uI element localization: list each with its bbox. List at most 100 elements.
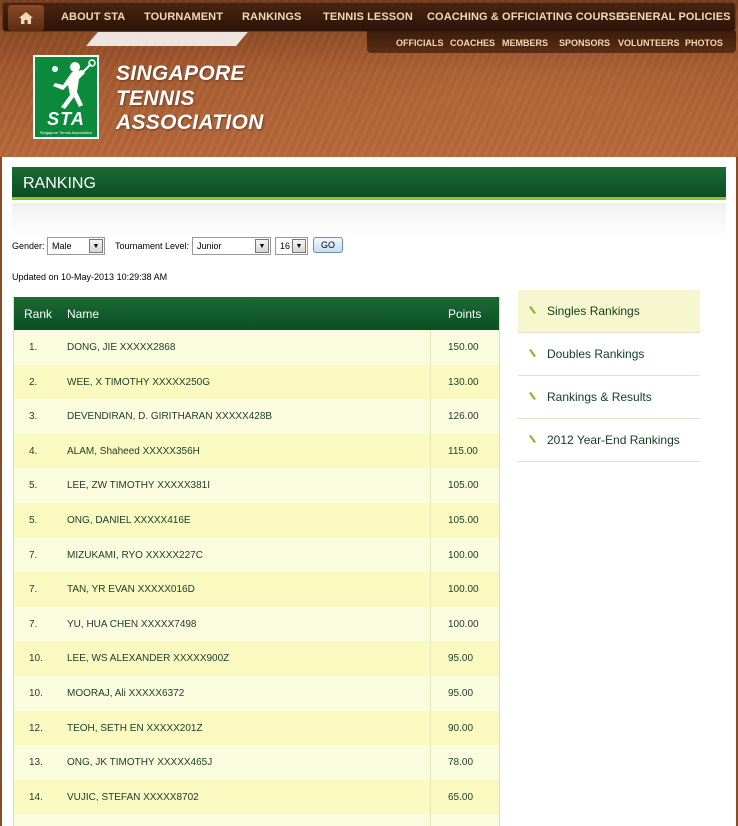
cell-rank: 4. bbox=[29, 445, 38, 457]
cell-points: 100.00 bbox=[448, 584, 479, 596]
column-header-points: Points bbox=[448, 307, 482, 321]
cell-rank: 5. bbox=[29, 480, 38, 492]
tournament-level-label: Tournament Level: bbox=[115, 241, 190, 251]
cell-name: TEOH, SETH EN XXXXX201Z bbox=[67, 722, 203, 734]
cell-points: 78.00 bbox=[448, 757, 474, 769]
nav-tournament[interactable]: TOURNAMENT bbox=[144, 11, 223, 23]
cell-points: 65.00 bbox=[448, 791, 474, 803]
subnav-sponsors[interactable]: SPONSORS bbox=[559, 38, 610, 48]
table-row: 5. ONG, DANIEL XXXXX416E 105.00 bbox=[14, 503, 499, 538]
cell-points: 95.00 bbox=[448, 688, 474, 699]
tennis-player-icon bbox=[52, 59, 96, 109]
cell-name: VUJIC, STEFAN XXXXX8702 bbox=[67, 791, 199, 803]
cell-rank: 14. bbox=[29, 791, 43, 803]
sta-logo[interactable]: STA Singapore Tennis Association bbox=[33, 55, 99, 139]
nav-general-policies[interactable]: GENERAL POLICIES bbox=[621, 11, 731, 23]
table-row: 3. DEVENDIRAN, D. GIRITHARAN XXXXX428B 126… bbox=[14, 399, 499, 434]
cell-points: 100.00 bbox=[448, 618, 479, 630]
cell-points: 150.00 bbox=[448, 342, 479, 353]
table-row: 10. MOORAJ, Ali XXXXX6372 95.00 bbox=[14, 676, 499, 711]
cell-points: 90.00 bbox=[448, 722, 474, 734]
table-row: 4. ALAM, Shaheed XXXXX356H 115.00 bbox=[14, 433, 499, 469]
subnav-officials[interactable]: OFFICIALS bbox=[396, 38, 444, 48]
cell-rank: 10. bbox=[29, 688, 43, 699]
cell-points: 100.00 bbox=[448, 549, 479, 561]
dropdown-arrow-icon: ▼ bbox=[292, 239, 306, 253]
home-icon bbox=[19, 12, 33, 24]
table-row: 1. DONG, JIE XXXXX2868 150.00 bbox=[14, 330, 499, 365]
cell-points: 130.00 bbox=[448, 376, 479, 388]
side-menu-item[interactable]: 2012 Year-End Rankings bbox=[518, 419, 700, 462]
column-divider bbox=[430, 330, 431, 826]
tournament-level-select[interactable]: Junior ▼ bbox=[192, 237, 271, 255]
nav-tennis-lesson[interactable]: TENNIS LESSON bbox=[323, 11, 413, 23]
side-menu-item[interactable]: Rankings & Results bbox=[518, 376, 700, 419]
brand-line-1: SINGAPORE bbox=[116, 62, 245, 85]
cell-rank: 1. bbox=[29, 342, 38, 353]
cell-name: LEE, WS ALEXANDER XXXXX900Z bbox=[67, 653, 230, 665]
column-header-name: Name bbox=[67, 307, 100, 321]
age-group-value: 16 bbox=[280, 241, 291, 251]
subnav-members[interactable]: MEMBERS bbox=[502, 38, 548, 48]
side-menu-label: 2012 Year-End Rankings bbox=[547, 433, 680, 447]
gender-value: Male bbox=[52, 241, 72, 251]
tick-icon bbox=[529, 392, 536, 400]
cell-points: 95.00 bbox=[448, 653, 474, 665]
dropdown-arrow-icon: ▼ bbox=[89, 239, 103, 253]
table-row: 13. ONG, JK TIMOTHY XXXXX465J 78.00 bbox=[14, 745, 499, 780]
top-navigation: ABOUT STA TOURNAMENT RANKINGS TENNIS LES… bbox=[2, 2, 736, 32]
cell-name: TAN, YR EVAN XXXXX016D bbox=[67, 584, 195, 596]
home-button[interactable] bbox=[8, 5, 44, 31]
subnav-coaches[interactable]: COACHES bbox=[450, 38, 495, 48]
cell-rank: 2. bbox=[29, 376, 38, 388]
nav-about-sta[interactable]: ABOUT STA bbox=[61, 11, 125, 23]
go-button[interactable]: GO bbox=[313, 237, 343, 253]
cell-name: MOORAJ, Ali XXXXX6372 bbox=[67, 688, 185, 699]
cell-name: ALAM, Shaheed XXXXX356H bbox=[67, 445, 200, 457]
cell-name: ONG, DANIEL XXXXX416E bbox=[67, 515, 191, 526]
subnav-volunteers[interactable]: VOLUNTEERS bbox=[618, 38, 680, 48]
table-row: 7. YU, HUA CHEN XXXXX7498 100.00 bbox=[14, 606, 499, 642]
cell-rank: 12. bbox=[29, 722, 43, 734]
cell-rank: 3. bbox=[29, 411, 38, 423]
tick-icon bbox=[529, 349, 536, 357]
nav-rankings[interactable]: RANKINGS bbox=[242, 11, 301, 23]
site-header: ABOUT STA TOURNAMENT RANKINGS TENNIS LES… bbox=[0, 0, 738, 157]
cell-rank: 7. bbox=[29, 584, 38, 596]
ranking-side-menu: Singles Rankings Doubles Rankings Rankings… bbox=[518, 290, 700, 462]
cell-name: ONG, JK TIMOTHY XXXXX465J bbox=[67, 757, 213, 769]
brand-line-3: ASSOCIATION bbox=[116, 111, 264, 134]
logo-subtext: Singapore Tennis Association bbox=[39, 130, 93, 135]
column-header-rank: Rank bbox=[24, 307, 53, 321]
age-group-select[interactable]: 16 ▼ bbox=[275, 237, 308, 255]
table-row: 5. LEE, ZW TIMOTHY XXXXX381I 105.00 bbox=[14, 468, 499, 503]
brand-line-2: TENNIS bbox=[116, 87, 195, 110]
logo-text: STA bbox=[47, 109, 85, 129]
cell-rank: 10. bbox=[29, 653, 43, 665]
cell-points: 105.00 bbox=[448, 480, 479, 492]
tournament-level-value: Junior bbox=[197, 241, 222, 251]
table-row: 2. WEE, X TIMOTHY XXXXX250G 130.00 bbox=[14, 364, 499, 400]
cell-name: WEE, X TIMOTHY XXXXX250G bbox=[67, 376, 211, 388]
table-row bbox=[14, 814, 499, 826]
cell-name: LEE, ZW TIMOTHY XXXXX381I bbox=[67, 480, 211, 492]
main-content: RANKING Gender: Male ▼ Tournament Level:… bbox=[2, 157, 736, 826]
page-title-bar: RANKING bbox=[12, 167, 726, 200]
table-row: 10. LEE, WS ALEXANDER XXXXX900Z 95.00 bbox=[14, 641, 499, 676]
cell-rank: 7. bbox=[29, 618, 38, 630]
cell-points: 126.00 bbox=[448, 411, 479, 423]
tick-icon bbox=[529, 306, 536, 314]
nav-coaching-officiating-course[interactable]: COACHING & OFFICIATING COURSE bbox=[427, 11, 623, 23]
table-row: 7. TAN, YR EVAN XXXXX016D 100.00 bbox=[14, 572, 499, 607]
cell-name: MIZUKAMI, RYO XXXXX227C bbox=[67, 549, 203, 561]
page-title: RANKING bbox=[23, 175, 96, 192]
updated-timestamp: Updated on 10-May-2013 10:29:38 AM bbox=[12, 272, 168, 282]
side-menu-label: Singles Rankings bbox=[547, 304, 640, 318]
subnav-photos[interactable]: PHOTOS bbox=[685, 38, 723, 48]
gender-select[interactable]: Male ▼ bbox=[47, 237, 105, 255]
table-row: 7. MIZUKAMI, RYO XXXXX227C 100.00 bbox=[14, 537, 499, 573]
side-menu-item[interactable]: Singles Rankings bbox=[518, 290, 700, 333]
cell-name: DEVENDIRAN, D. GIRITHARAN XXXXX428B bbox=[67, 411, 273, 423]
side-menu-item[interactable]: Doubles Rankings bbox=[518, 333, 700, 376]
table-header: Rank Name Points bbox=[14, 297, 499, 330]
